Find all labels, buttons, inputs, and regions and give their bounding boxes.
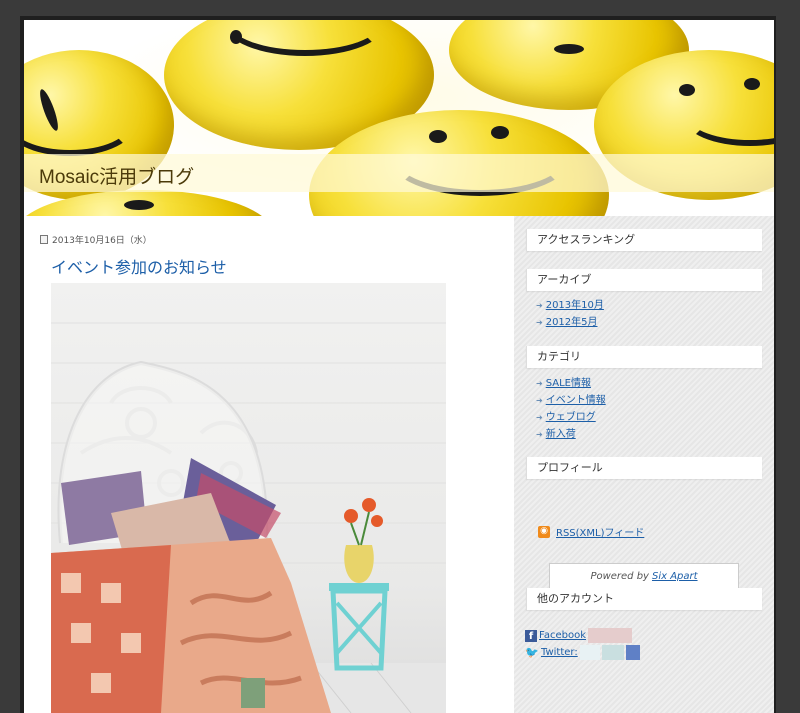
- facebook-account: f Facebook: [525, 628, 632, 643]
- six-apart-link[interactable]: Six Apart: [652, 571, 698, 582]
- rss-link[interactable]: RSS(XML)フィード: [556, 524, 644, 539]
- bullet-icon: ➜: [536, 430, 543, 439]
- redacted-facebook-name: [588, 628, 632, 643]
- widget-title-category: カテゴリ: [526, 346, 762, 368]
- archive-item: ➜ 2013年10月: [536, 297, 604, 314]
- category-link-event[interactable]: イベント情報: [546, 392, 606, 409]
- bullet-icon: ➜: [536, 379, 543, 388]
- bullet-icon: ➜: [536, 396, 543, 405]
- header-banner: Mosaic活用ブログ: [24, 20, 774, 216]
- category-list: ➜ SALE情報 ➜ イベント情報 ➜ ウェブログ ➜ 新入荷: [536, 375, 606, 443]
- post-title[interactable]: イベント参加のお知らせ: [51, 254, 227, 278]
- redacted-twitter-name-2: [601, 645, 624, 660]
- rss-icon[interactable]: ◉: [538, 525, 550, 538]
- facebook-link[interactable]: Facebook: [539, 630, 586, 641]
- category-link-new-arrivals[interactable]: 新入荷: [546, 426, 576, 443]
- bullet-icon: ➜: [536, 318, 543, 327]
- main-content: 2013年10月16日（水） イベント参加のお知らせ: [24, 216, 514, 713]
- bullet-icon: ➜: [536, 301, 543, 310]
- redacted-twitter-name: [579, 645, 600, 660]
- powered-by-box: Powered by Six Apart: [549, 563, 739, 589]
- post-date-text: 2013年10月16日（水）: [52, 236, 152, 246]
- widget-title-accounts: 他のアカウント: [526, 588, 762, 610]
- archive-link-2013-10[interactable]: 2013年10月: [546, 297, 604, 314]
- blog-page: Mosaic活用ブログ 2013年10月16日（水） イベント参加のお知らせ ア…: [24, 20, 774, 713]
- bullet-icon: ➜: [536, 413, 543, 422]
- archive-list: ➜ 2013年10月 ➜ 2012年5月: [536, 297, 604, 331]
- sidebar: アクセスランキング アーカイブ ➜ 2013年10月 ➜ 2012年5月 カテゴリ …: [514, 216, 774, 713]
- post-date: 2013年10月16日（水）: [40, 233, 152, 246]
- category-item: ➜ ウェブログ: [536, 409, 606, 426]
- site-title[interactable]: Mosaic活用ブログ: [39, 162, 194, 189]
- twitter-icon: 🐦: [525, 645, 539, 659]
- redacted-twitter-name-3: [625, 645, 640, 660]
- widget-title-ranking: アクセスランキング: [526, 229, 762, 251]
- rss-feed: ◉ RSS(XML)フィード: [538, 524, 644, 539]
- twitter-account: 🐦 Twitter:: [525, 645, 640, 660]
- category-item: ➜ SALE情報: [536, 375, 606, 392]
- category-link-weblog[interactable]: ウェブログ: [546, 409, 596, 426]
- archive-link-2012-05[interactable]: 2012年5月: [546, 314, 598, 331]
- document-icon: [40, 235, 48, 244]
- powered-by-text: Powered by: [590, 570, 649, 582]
- widget-title-archive: アーカイブ: [526, 269, 762, 291]
- widget-title-profile: プロフィール: [526, 457, 762, 479]
- category-link-sale[interactable]: SALE情報: [546, 375, 591, 392]
- post-image: [51, 283, 446, 713]
- archive-item: ➜ 2012年5月: [536, 314, 604, 331]
- facebook-icon: f: [525, 629, 537, 642]
- category-item: ➜ イベント情報: [536, 392, 606, 409]
- category-item: ➜ 新入荷: [536, 426, 606, 443]
- bedroom-photo: [51, 322, 446, 713]
- twitter-link[interactable]: Twitter:: [541, 647, 578, 658]
